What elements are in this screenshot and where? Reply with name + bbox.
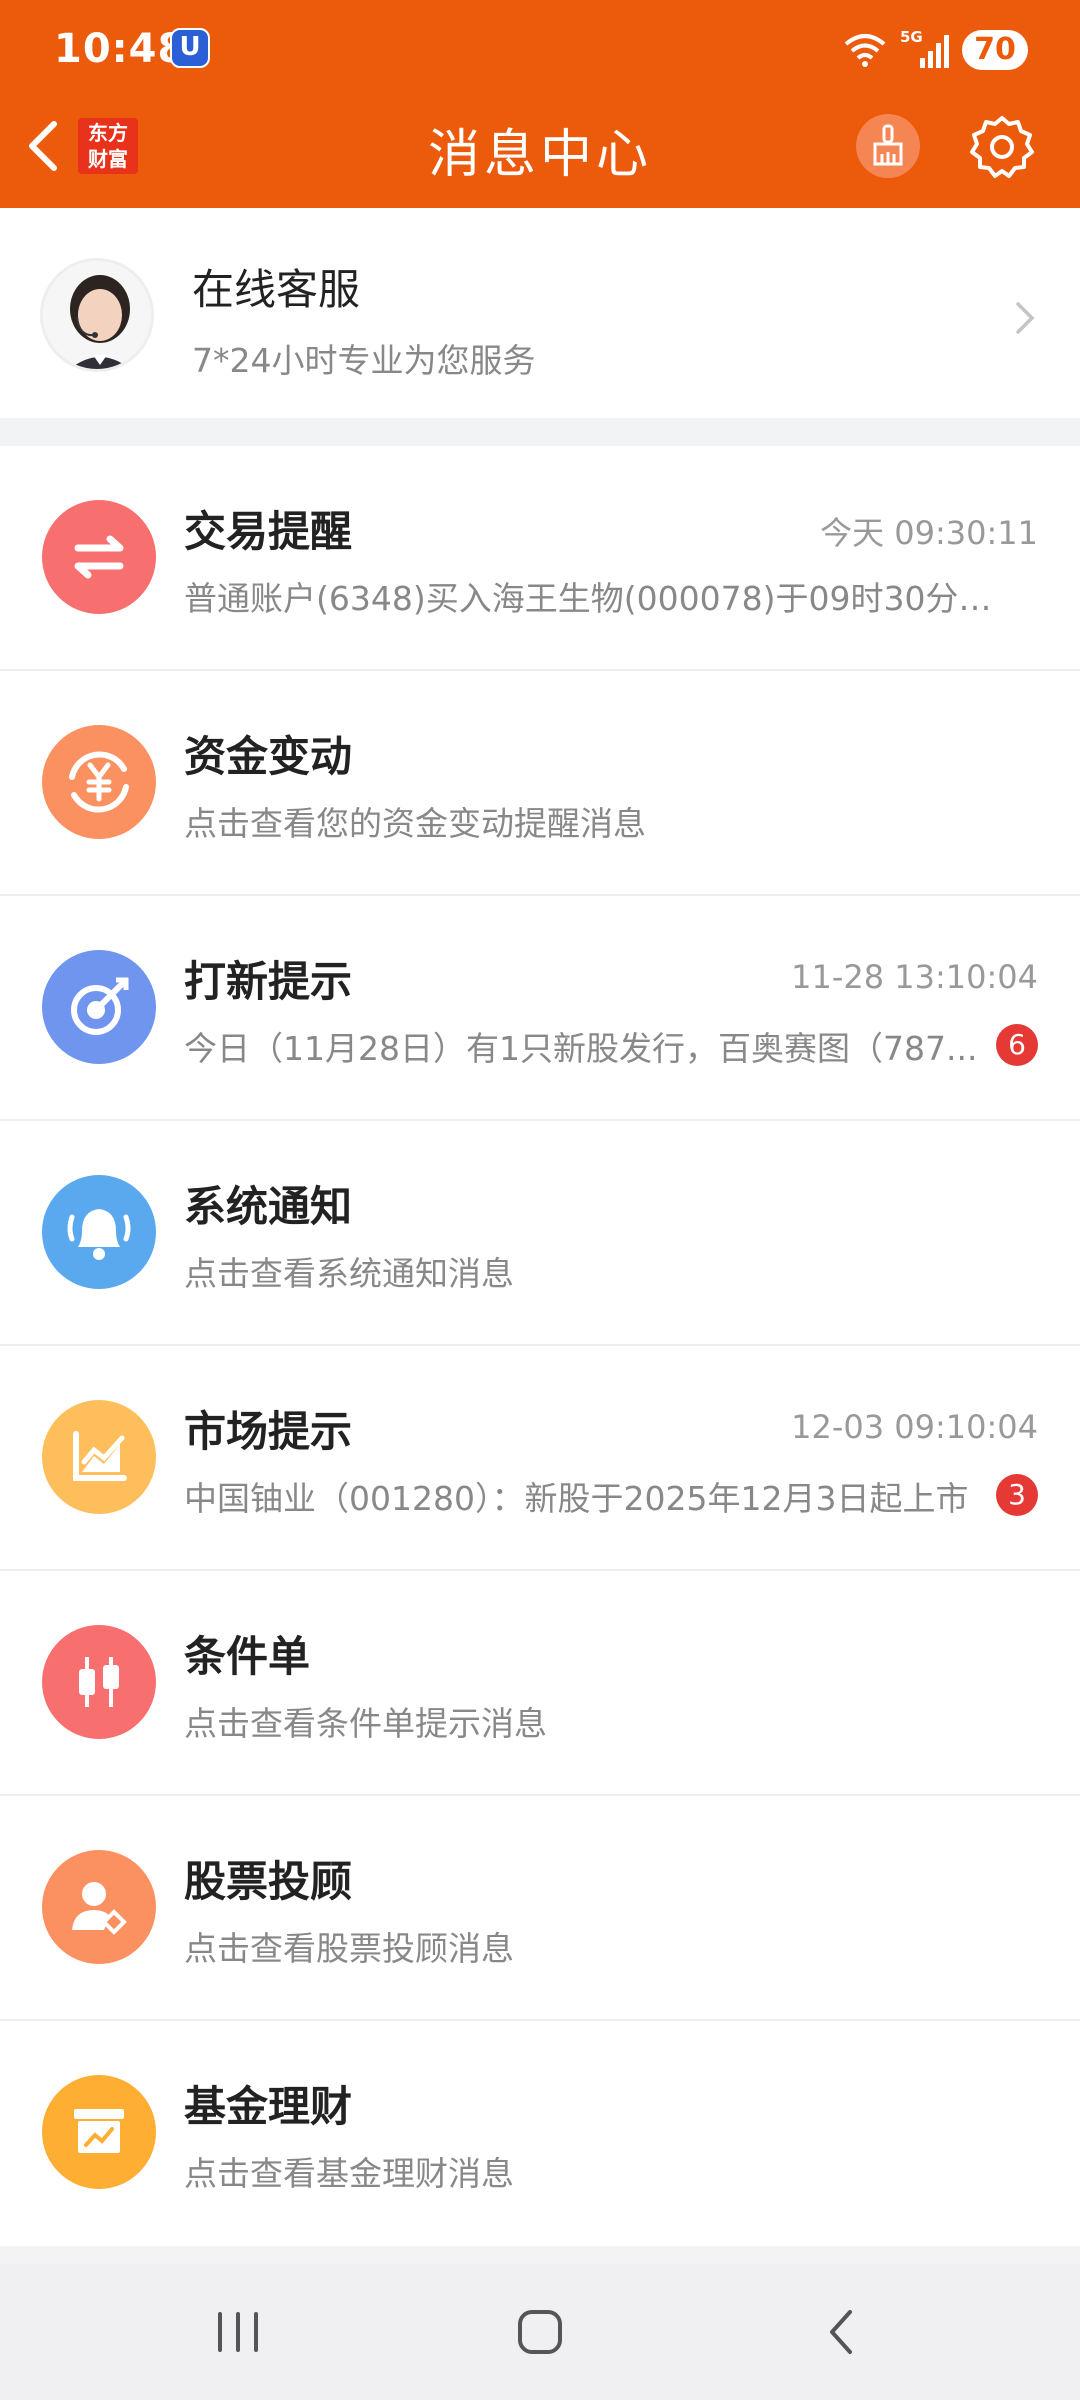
chevron-right-icon xyxy=(1016,302,1035,334)
message-row-trade-alert[interactable]: 交易提醒 今天 09:30:11 普通账户(6348)买入海王生物(000078… xyxy=(0,446,1080,671)
message-time: 11-28 13:10:04 xyxy=(791,958,1038,996)
target-icon xyxy=(42,950,156,1064)
status-indicators: 5G 70 xyxy=(842,28,1028,72)
broom-icon xyxy=(873,124,903,166)
unread-count-badge: 3 xyxy=(996,1474,1038,1516)
message-row-system-notice[interactable]: 系统通知 点击查看系统通知消息 xyxy=(0,1121,1080,1346)
message-row-ipo-alert[interactable]: 打新提示 11-28 13:10:04 今日（11月28日）有1只新股发行，百奥… xyxy=(0,896,1080,1121)
message-preview: 点击查看您的资金变动提醒消息 xyxy=(184,804,646,843)
status-bar: 10:48 5G 70 xyxy=(0,0,1080,100)
settings-gear-icon[interactable] xyxy=(966,110,1038,182)
message-preview: 点击查看条件单提示消息 xyxy=(184,1704,547,1743)
advisor-icon xyxy=(42,1850,156,1964)
home-icon[interactable] xyxy=(500,2292,580,2372)
message-row-stock-advisor[interactable]: 股票投顾 点击查看股票投顾消息 xyxy=(0,1796,1080,2021)
wifi-icon xyxy=(844,34,886,67)
message-title: 交易提醒 xyxy=(184,507,353,556)
service-subtitle: 7*24小时专业为您服务 xyxy=(192,341,536,380)
fund-box-icon xyxy=(42,2075,156,2189)
online-service-entry[interactable]: 在线客服 7*24小时专业为您服务 xyxy=(0,208,1080,418)
message-title: 资金变动 xyxy=(184,732,353,781)
candlestick-icon xyxy=(42,1625,156,1739)
message-row-fund-change[interactable]: 资金变动 点击查看您的资金变动提醒消息 xyxy=(0,671,1080,896)
message-row-fund-wealth[interactable]: 基金理财 点击查看基金理财消息 xyxy=(0,2021,1080,2246)
bell-icon xyxy=(42,1175,156,1289)
message-preview: 今日（11月28日）有1只新股发行，百奥赛图（787... xyxy=(184,1029,978,1068)
recent-apps-icon[interactable] xyxy=(198,2292,278,2372)
service-title: 在线客服 xyxy=(192,265,361,314)
unread-count-badge: 6 xyxy=(996,1024,1038,1066)
message-title: 市场提示 xyxy=(184,1407,353,1456)
message-title: 基金理财 xyxy=(184,2082,353,2131)
message-row-conditional-order[interactable]: 条件单 点击查看条件单提示消息 xyxy=(0,1571,1080,1796)
message-preview: 点击查看股票投顾消息 xyxy=(184,1929,514,1968)
message-list: 交易提醒 今天 09:30:11 普通账户(6348)买入海王生物(000078… xyxy=(0,446,1080,2246)
service-agent-avatar xyxy=(40,258,154,372)
message-preview: 点击查看系统通知消息 xyxy=(184,1254,514,1293)
trend-chart-icon xyxy=(42,1400,156,1514)
message-time: 12-03 09:10:04 xyxy=(791,1408,1038,1446)
status-time: 10:48 xyxy=(54,26,187,72)
top-bar: 10:48 5G 70 东方 财富 xyxy=(0,0,1080,208)
message-time: 今天 09:30:11 xyxy=(820,514,1038,552)
message-preview: 点击查看基金理财消息 xyxy=(184,2154,514,2193)
message-row-market-alert[interactable]: 市场提示 12-03 09:10:04 中国铀业（001280）：新股于2025… xyxy=(0,1346,1080,1571)
yuan-icon xyxy=(42,725,156,839)
message-title: 打新提示 xyxy=(184,957,353,1006)
clear-messages-button[interactable] xyxy=(856,114,920,178)
back-icon[interactable] xyxy=(802,2292,882,2372)
message-title: 系统通知 xyxy=(184,1182,353,1231)
message-title: 条件单 xyxy=(184,1632,311,1681)
system-navigation-bar xyxy=(0,2264,1080,2400)
app-notification-icon xyxy=(170,28,210,68)
message-preview: 中国铀业（001280）：新股于2025年12月3日起上市 xyxy=(184,1479,969,1518)
battery-indicator: 70 xyxy=(962,30,1028,70)
cellular-signal-icon: 5G xyxy=(900,28,950,70)
exchange-icon xyxy=(42,500,156,614)
message-preview: 普通账户(6348)买入海王生物(000078)于09时30分成交 xyxy=(184,579,1014,618)
message-title: 股票投顾 xyxy=(184,1857,353,1906)
